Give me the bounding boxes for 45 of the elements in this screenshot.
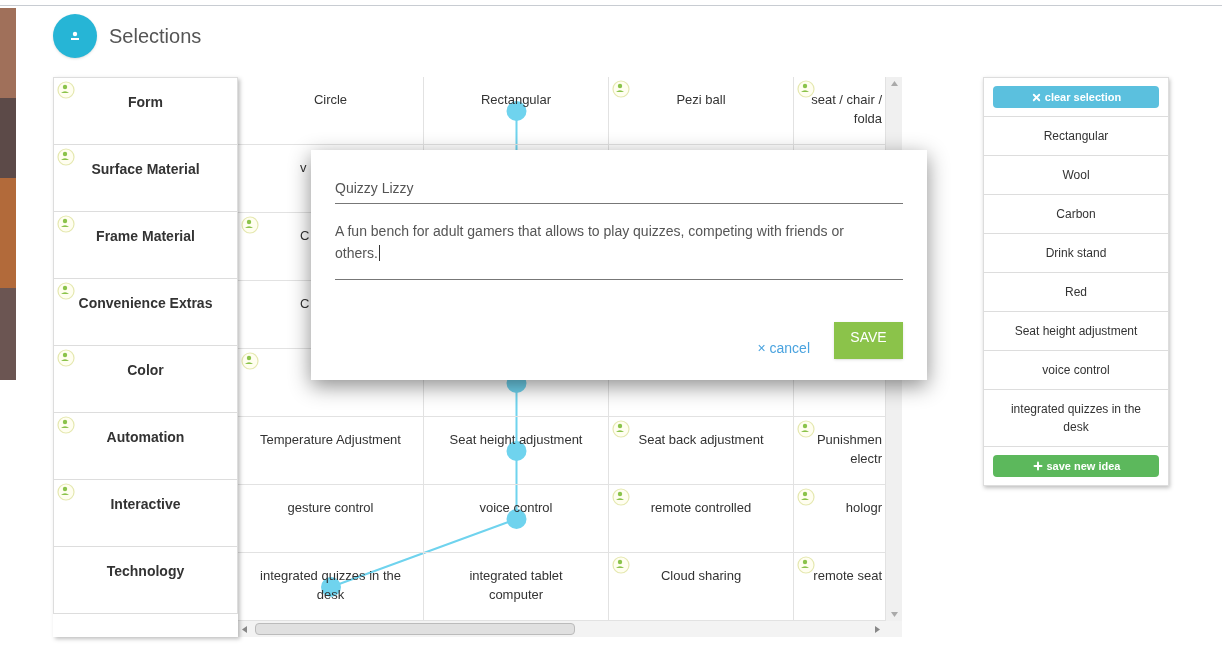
user-icon	[57, 81, 75, 99]
selection-item: Rectangular	[984, 117, 1168, 156]
table-cell[interactable]: Temperature Adjustment	[238, 417, 424, 485]
user-icon	[797, 488, 815, 506]
user-icon	[57, 282, 75, 300]
user-icon	[612, 420, 630, 438]
table-cell[interactable]: Seat height adjustment	[424, 417, 609, 485]
scroll-thumb[interactable]	[255, 623, 575, 635]
user-icon	[57, 215, 75, 233]
selection-item: Drink stand	[984, 234, 1168, 273]
close-icon	[1030, 91, 1042, 103]
user-icon	[797, 556, 815, 574]
selection-item: integrated quizzes in the desk	[984, 390, 1168, 447]
user-icon	[612, 488, 630, 506]
user-icon	[57, 349, 75, 367]
user-icon	[57, 148, 75, 166]
user-icon	[241, 216, 259, 234]
selection-item: Carbon	[984, 195, 1168, 234]
scroll-down-icon[interactable]	[890, 612, 898, 617]
scroll-right-icon[interactable]	[875, 625, 880, 633]
plus-icon	[1031, 460, 1044, 472]
row-header: Technology	[53, 546, 238, 614]
horizontal-scrollbar[interactable]	[238, 621, 902, 637]
user-icon	[57, 483, 75, 501]
title-field[interactable]: Quizzy Lizzy	[335, 178, 903, 204]
table-cell[interactable]: remote controlled	[609, 485, 794, 553]
user-icon	[612, 556, 630, 574]
table-cell[interactable]: Pezi ball	[609, 77, 794, 145]
user-icon	[57, 416, 75, 434]
selection-item: Red	[984, 273, 1168, 312]
scroll-left-icon[interactable]	[242, 625, 247, 633]
user-icon	[241, 352, 259, 370]
selection-item: Wool	[984, 156, 1168, 195]
selection-item: Seat height adjustment	[984, 312, 1168, 351]
selection-item: voice control	[984, 351, 1168, 390]
table-cell[interactable]: Seat back adjustment	[609, 417, 794, 485]
user-icon	[612, 80, 630, 98]
description-field[interactable]: A fun bench for adult gamers that allows to play quizzes, competing with friends or others.	[335, 220, 903, 280]
user-badge-icon	[53, 14, 97, 58]
scroll-up-icon[interactable]	[890, 81, 898, 86]
table-cell[interactable]: Circle	[238, 77, 424, 145]
table-cell[interactable]: gesture control	[238, 485, 424, 553]
user-icon	[797, 420, 815, 438]
page-title: Selections	[109, 24, 202, 49]
table-cell[interactable]: Rectangular	[424, 77, 609, 145]
